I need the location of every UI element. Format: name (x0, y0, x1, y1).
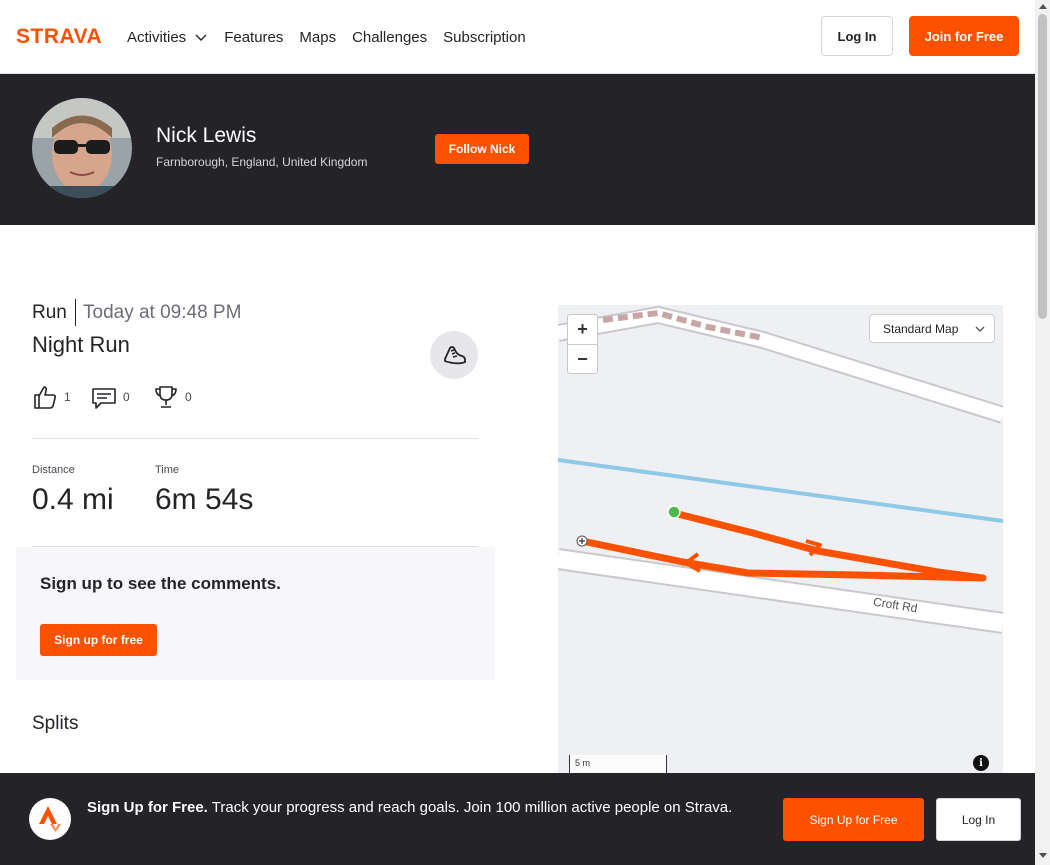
page-scrollbar[interactable] (1035, 0, 1050, 865)
banner-login-button[interactable]: Log In (936, 798, 1021, 841)
signup-button[interactable]: Sign up for free (40, 624, 157, 656)
top-navigation: STRAVA Activities Features Maps Challeng… (0, 0, 1035, 74)
strava-mark-icon (29, 798, 71, 840)
zoom-in-button[interactable]: + (568, 315, 597, 344)
time-label: Time (155, 464, 180, 476)
achievements-counter[interactable]: 0 (153, 384, 192, 410)
map-style-select[interactable]: Standard Map (869, 314, 995, 343)
signup-banner-text: Sign Up for Free. Track your progress an… (87, 797, 757, 819)
athlete-banner: Nick Lewis Farnborough, England, United … (0, 74, 1035, 225)
zoom-out-button[interactable]: − (568, 345, 597, 374)
nav-subscription[interactable]: Subscription (443, 29, 526, 46)
activity-divider (75, 299, 76, 326)
run-shoe-icon (430, 331, 478, 379)
splits-heading: Splits (32, 713, 79, 734)
scroll-down-arrow-icon[interactable] (1039, 853, 1047, 858)
trophy-icon (155, 386, 177, 408)
info-icon[interactable]: i (973, 755, 989, 771)
kudos-count: 1 (64, 390, 71, 404)
route-end-marker (576, 535, 588, 547)
signup-banner-body: Track your progress and reach goals. Joi… (211, 799, 733, 816)
strava-logo[interactable]: STRAVA (16, 26, 112, 46)
svg-text:STRAVA: STRAVA (16, 26, 102, 46)
comments-signup-title: Sign up to see the comments. (40, 574, 281, 593)
nav-maps[interactable]: Maps (299, 29, 336, 46)
distance-value: 0.4 mi (32, 483, 114, 516)
join-button[interactable]: Join for Free (909, 16, 1019, 56)
follow-button[interactable]: Follow Nick (435, 134, 529, 164)
chevron-down-icon (975, 326, 985, 332)
comments-counter[interactable]: 0 (91, 384, 130, 410)
nav-activities[interactable]: Activities (127, 29, 208, 46)
map-canvas[interactable] (558, 305, 1003, 775)
kudos-counter[interactable]: 1 (32, 384, 71, 410)
activity-map[interactable]: Croft Rd + − Standard Map 5 m i (558, 305, 1003, 775)
map-style-value: Standard Map (883, 321, 959, 336)
thumbs-up-icon (34, 386, 57, 409)
scroll-up-arrow-icon[interactable] (1039, 4, 1047, 9)
nav-challenges[interactable]: Challenges (352, 29, 427, 46)
route-start-marker (667, 505, 681, 519)
distance-label: Distance (32, 464, 75, 476)
activity-type: Run (32, 302, 67, 323)
activity-time: Today at 09:48 PM (83, 302, 242, 323)
zoom-control: + − (567, 314, 598, 374)
divider (32, 438, 479, 439)
comments-signup-panel: Sign up to see the comments. Sign up for… (16, 547, 495, 680)
avatar-image (32, 98, 132, 198)
signup-banner: Sign Up for Free. Track your progress an… (0, 773, 1035, 865)
activity-title: Night Run (32, 332, 130, 357)
nav-features[interactable]: Features (224, 29, 283, 46)
comment-icon (92, 388, 116, 409)
comments-count: 0 (123, 390, 130, 404)
time-value: 6m 54s (155, 483, 254, 516)
banner-signup-button[interactable]: Sign Up for Free (783, 798, 924, 841)
nav-activities-label: Activities (127, 28, 187, 46)
login-button[interactable]: Log In (821, 16, 893, 56)
athlete-location: Farnborough, England, United Kingdom (156, 155, 368, 169)
nav-menu: Activities Features Maps Challenges Subs… (127, 0, 542, 74)
achievements-count: 0 (185, 390, 192, 404)
scroll-thumb[interactable] (1038, 14, 1047, 319)
chevron-down-icon (195, 34, 207, 41)
signup-banner-headline: Sign Up for Free. (87, 799, 208, 816)
map-scale: 5 m (569, 755, 667, 775)
athlete-name[interactable]: Nick Lewis (156, 124, 256, 148)
avatar[interactable] (32, 98, 132, 198)
